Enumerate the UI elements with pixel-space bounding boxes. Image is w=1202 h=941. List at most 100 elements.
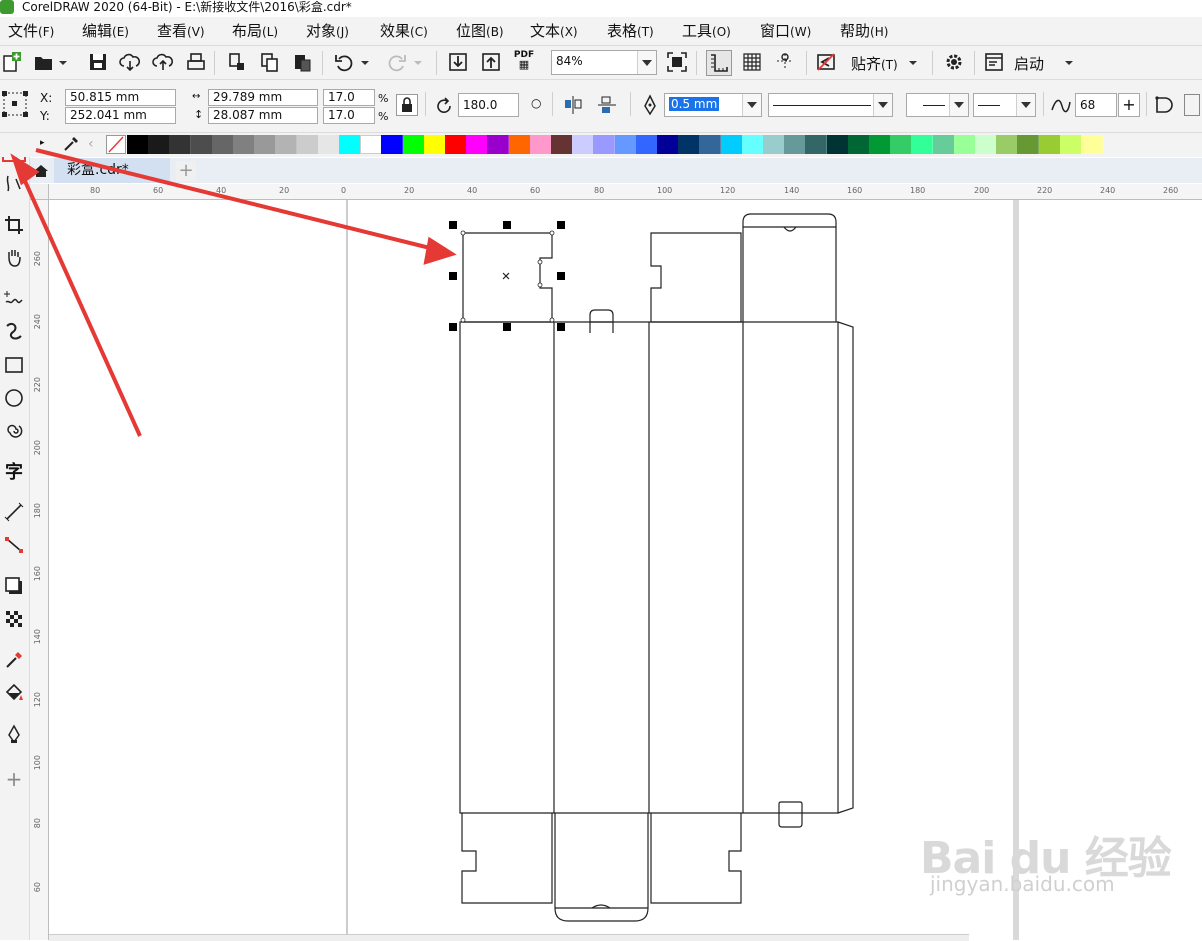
menu-window[interactable]: 窗口(W) [760,22,811,41]
color-swatch[interactable] [1081,135,1103,154]
document-tab-active[interactable]: 彩盒.cdr* [54,158,170,183]
color-swatch[interactable] [211,135,234,154]
color-swatch[interactable] [339,135,361,154]
color-swatch[interactable] [508,135,531,154]
color-swatch[interactable] [1059,135,1082,154]
rotation-angle-input[interactable]: 180.0 [458,93,519,117]
paste-icon[interactable] [291,50,315,74]
cloud-download-icon[interactable] [118,50,142,74]
add-tool-plus-icon[interactable]: + [2,767,26,791]
chevron-down-icon[interactable] [1062,50,1076,74]
color-swatch[interactable] [720,135,743,154]
drawing-canvas[interactable]: Bai du 经验 jingyan.baidu.com [49,200,1202,940]
chevron-down-icon[interactable] [1016,94,1035,116]
import-icon[interactable] [225,50,249,74]
chevron-down-icon[interactable] [949,94,968,116]
color-swatch[interactable] [741,135,764,154]
color-swatch[interactable] [402,135,425,154]
gear-icon[interactable] [942,50,966,74]
artistic-media-icon[interactable] [2,319,26,343]
launch-button[interactable]: 启动 [1014,53,1044,74]
eyedropper-icon[interactable] [62,135,80,156]
show-rulers-icon[interactable] [706,50,732,76]
print-icon[interactable] [184,50,208,74]
welcome-screen-icon[interactable] [982,50,1006,74]
color-swatch[interactable] [317,135,340,154]
color-swatch[interactable] [911,135,934,154]
object-origin-icon[interactable] [0,89,30,119]
snap-to-button[interactable]: 贴齐(T) [851,53,898,74]
x-position-input[interactable]: 50.815 mm [65,89,176,106]
color-swatch[interactable] [996,135,1019,154]
color-swatch[interactable] [975,135,997,154]
chevron-down-icon[interactable] [906,50,920,74]
color-swatch[interactable] [847,135,870,154]
show-guidelines-icon[interactable] [773,50,797,74]
new-tab-plus-icon[interactable]: + [176,161,196,181]
height-input[interactable]: 28.087 mm [208,107,318,124]
menu-bitmaps[interactable]: 位图(B) [456,22,504,41]
cloud-upload-icon[interactable] [151,50,175,74]
menu-view[interactable]: 查看(V) [157,22,205,41]
transparency-tool-icon[interactable] [2,607,26,631]
rotation-center-icon[interactable]: ○ [531,96,541,110]
full-screen-icon[interactable] [665,50,689,74]
color-swatch[interactable] [233,135,255,154]
color-swatch[interactable] [805,135,828,154]
color-swatch[interactable] [826,135,849,154]
palette-scroll-left-icon[interactable]: ‹ [88,136,94,152]
color-swatch[interactable] [423,135,446,154]
ellipse-tool-icon[interactable] [2,386,26,410]
chevron-down-icon[interactable] [637,51,656,74]
color-swatch[interactable] [635,135,658,154]
color-swatch[interactable] [254,135,277,154]
shape-tool-icon[interactable] [2,171,26,195]
chevron-down-icon[interactable] [358,50,372,74]
color-swatch[interactable] [953,135,976,154]
color-swatch[interactable] [614,135,637,154]
color-swatch[interactable] [551,135,573,154]
color-swatch[interactable] [275,135,298,154]
palette-scroll-right-icon[interactable]: ▸ [40,138,45,148]
color-swatch[interactable] [487,135,510,154]
menu-object[interactable]: 对象(J) [306,22,349,41]
eyedropper-icon[interactable] [2,648,26,672]
chevron-down-icon[interactable] [873,94,892,116]
open-folder-icon[interactable] [32,50,56,74]
color-swatch[interactable] [529,135,552,154]
color-swatch[interactable] [699,135,722,154]
chevron-down-icon[interactable] [742,94,761,116]
color-swatch[interactable] [360,135,383,154]
color-swatch[interactable] [657,135,679,154]
color-swatch[interactable] [381,135,404,154]
close-curve-icon[interactable] [1153,94,1179,119]
chevron-down-icon[interactable] [56,50,70,74]
color-swatch[interactable] [572,135,595,154]
color-swatch[interactable] [1017,135,1040,154]
color-swatch[interactable] [148,135,171,154]
vertical-ruler[interactable]: 260 240 220 200 180 160 140 120 100 80 60 [30,199,49,940]
copy-icon[interactable] [258,50,282,74]
end-arrowhead-select[interactable] [973,93,1036,117]
save-icon[interactable] [86,50,110,74]
scale-height-input[interactable]: 17.0 [323,107,375,124]
smart-fill-pen-icon[interactable] [2,722,26,746]
overflow-icon[interactable] [1184,94,1200,116]
rectangle-tool-icon[interactable] [2,353,26,377]
menu-effects[interactable]: 效果(C) [380,22,428,41]
snap-off-icon[interactable] [814,50,838,74]
scale-width-input[interactable]: 17.0 [323,89,375,106]
line-style-select[interactable] [768,93,893,117]
new-document-icon[interactable] [0,50,24,74]
mirror-horizontal-icon[interactable] [562,94,584,119]
start-arrowhead-select[interactable] [906,93,969,117]
color-swatch[interactable] [466,135,489,154]
color-swatch[interactable] [932,135,955,154]
color-swatch[interactable] [869,135,891,154]
smoothing-input[interactable]: 68 [1075,93,1117,117]
color-swatch[interactable] [1038,135,1061,154]
color-swatch[interactable] [127,135,149,154]
show-grid-icon[interactable] [740,50,764,74]
color-swatch[interactable] [593,135,616,154]
color-swatch[interactable] [763,135,785,154]
